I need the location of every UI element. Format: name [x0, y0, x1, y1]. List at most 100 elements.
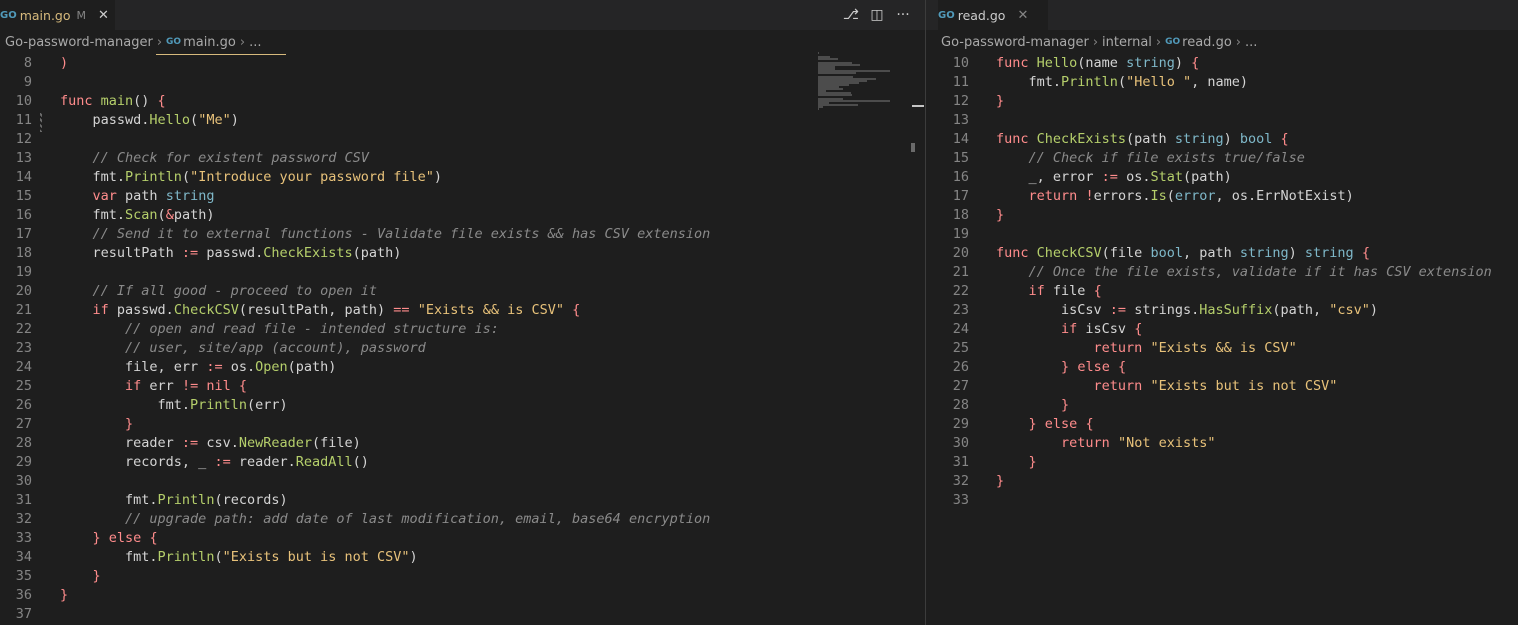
- code-text: // user, site/app (account), password: [60, 339, 426, 358]
- more-actions-icon[interactable]: ···: [890, 7, 916, 23]
- code-line[interactable]: 13: [926, 111, 1518, 130]
- code-line[interactable]: 27 return "Exists but is not CSV": [926, 377, 1518, 396]
- code-line[interactable]: 26 } else {: [926, 358, 1518, 377]
- left-tab-bar: GO main.go M ✕ ⎇ ◫ ···: [0, 0, 925, 30]
- code-line[interactable]: 24 if isCsv {: [926, 320, 1518, 339]
- code-line[interactable]: 21 // Once the file exists, validate if …: [926, 263, 1518, 282]
- code-token: return: [1061, 435, 1110, 451]
- code-line[interactable]: 22 if file {: [926, 282, 1518, 301]
- breadcrumb-file[interactable]: read.go: [1182, 35, 1232, 50]
- breadcrumb-symbol[interactable]: ...: [249, 35, 261, 50]
- code-line[interactable]: 21 if passwd.CheckCSV(resultPath, path) …: [0, 301, 925, 320]
- code-line[interactable]: 11 passwd.Hello("Me"): [0, 111, 925, 130]
- code-line[interactable]: 20 func CheckCSV(file bool, path string) …: [926, 244, 1518, 263]
- code-line[interactable]: 29 records, _ := reader.ReadAll(): [0, 453, 925, 472]
- split-editor-icon[interactable]: ◫: [864, 7, 890, 23]
- code-line[interactable]: 12: [0, 130, 925, 149]
- code-line[interactable]: 13 // Check for existent password CSV: [0, 149, 925, 168]
- code-line[interactable]: 24 file, err := os.Open(path): [0, 358, 925, 377]
- code-token: Println: [157, 492, 215, 508]
- code-line[interactable]: 15 // Check if file exists true/false: [926, 149, 1518, 168]
- code-line[interactable]: 15 var path string: [0, 187, 925, 206]
- code-line[interactable]: 8): [0, 54, 925, 73]
- line-number: 23: [15, 340, 32, 356]
- minimap-line: [818, 72, 856, 74]
- code-line[interactable]: 37: [0, 605, 925, 624]
- breadcrumb-project[interactable]: Go-password-manager: [941, 35, 1089, 50]
- code-line[interactable]: 20 // If all good - proceed to open it: [0, 282, 925, 301]
- go-file-icon: GO: [938, 9, 955, 21]
- code-text: // upgrade path: add date of last modifi…: [60, 510, 710, 529]
- source-control-compare-icon[interactable]: ⎇: [838, 7, 864, 23]
- code-line[interactable]: 35 }: [0, 567, 925, 586]
- code-line[interactable]: 14 fmt.Println("Introduce your password …: [0, 168, 925, 187]
- code-token: errors.: [1093, 188, 1151, 204]
- code-token: }: [125, 416, 134, 432]
- code-line[interactable]: 18}: [926, 206, 1518, 225]
- line-number: 15: [15, 188, 32, 204]
- line-number: 20: [952, 245, 969, 261]
- line-number: 23: [952, 302, 969, 318]
- code-line[interactable]: 10 func Hello(name string) {: [926, 54, 1518, 73]
- code-line[interactable]: 34 fmt.Println("Exists but is not CSV"): [0, 548, 925, 567]
- code-line[interactable]: 25 if err != nil {: [0, 377, 925, 396]
- code-line[interactable]: 32}: [926, 472, 1518, 491]
- code-token: }: [996, 207, 1005, 223]
- code-line[interactable]: 18 resultPath := passwd.CheckExists(path…: [0, 244, 925, 263]
- code-editor-read[interactable]: 10 func Hello(name string) {11 fmt.Printl…: [926, 54, 1518, 510]
- tab-main-go[interactable]: GO main.go M ✕: [0, 0, 115, 30]
- code-line[interactable]: 28 reader := csv.NewReader(file): [0, 434, 925, 453]
- code-line[interactable]: 23 // user, site/app (account), password: [0, 339, 925, 358]
- code-line[interactable]: 16 fmt.Scan(&path): [0, 206, 925, 225]
- line-number: 15: [952, 150, 969, 166]
- code-line[interactable]: 30: [0, 472, 925, 491]
- code-line[interactable]: 22 // open and read file - intended stru…: [0, 320, 925, 339]
- code-token: passwd.: [60, 112, 150, 128]
- tab-read-go[interactable]: GO read.go ✕: [938, 0, 1048, 30]
- minimap-line: [818, 103, 858, 106]
- code-line[interactable]: 33: [926, 491, 1518, 510]
- code-line[interactable]: 33 } else {: [0, 529, 925, 548]
- code-line[interactable]: 25 return "Exists && is CSV": [926, 339, 1518, 358]
- code-line[interactable]: 19: [0, 263, 925, 282]
- code-editor-main[interactable]: 8) 9 10 func main() {11 passwd.Hello("Me") 1…: [0, 54, 925, 624]
- breadcrumb-folder[interactable]: internal: [1102, 35, 1152, 50]
- code-line[interactable]: 16 _, error := os.Stat(path): [926, 168, 1518, 187]
- code-token: (: [181, 169, 191, 185]
- code-line[interactable]: 32 // upgrade path: add date of last mod…: [0, 510, 925, 529]
- minimap[interactable]: [818, 52, 913, 132]
- code-line[interactable]: 17 return !errors.Is(error, os.ErrNotExi…: [926, 187, 1518, 206]
- close-icon[interactable]: ✕: [98, 8, 109, 23]
- breadcrumb-file[interactable]: main.go: [183, 35, 236, 50]
- code-line[interactable]: 12}: [926, 92, 1518, 111]
- code-line[interactable]: 11 fmt.Println("Hello ", name): [926, 73, 1518, 92]
- code-line[interactable]: 31 }: [926, 453, 1518, 472]
- close-icon[interactable]: ✕: [1017, 8, 1028, 23]
- code-line[interactable]: 30 return "Not exists": [926, 434, 1518, 453]
- breadcrumb-symbol[interactable]: ...: [1245, 35, 1257, 50]
- scrollbar-thumb[interactable]: [911, 143, 915, 152]
- code-line[interactable]: 26 fmt.Println(err): [0, 396, 925, 415]
- code-line[interactable]: 9: [0, 73, 925, 92]
- code-text: if passwd.CheckCSV(resultPath, path) == …: [60, 301, 581, 320]
- code-token: ): [1288, 245, 1305, 261]
- code-line[interactable]: 10 func main() {: [0, 92, 925, 111]
- code-line[interactable]: 17 // Send it to external functions - Va…: [0, 225, 925, 244]
- code-text: fmt.Println(err): [60, 396, 288, 415]
- breadcrumb-project[interactable]: Go-password-manager: [5, 35, 153, 50]
- right-tab-bar: GO read.go ✕: [926, 0, 1518, 30]
- code-token: , path: [1182, 245, 1240, 261]
- code-line[interactable]: 19: [926, 225, 1518, 244]
- code-token: // upgrade path: add date of last modifi…: [60, 511, 711, 527]
- line-number: 27: [15, 416, 32, 432]
- code-token: func: [996, 131, 1037, 147]
- code-line[interactable]: 36}: [0, 586, 925, 605]
- code-line[interactable]: 23 isCsv := strings.HasSuffix(path, "csv…: [926, 301, 1518, 320]
- code-line[interactable]: 31 fmt.Println(records): [0, 491, 925, 510]
- code-line[interactable]: 29 } else {: [926, 415, 1518, 434]
- code-line[interactable]: 27 }: [0, 415, 925, 434]
- code-line[interactable]: 28 }: [926, 396, 1518, 415]
- code-line[interactable]: 14 func CheckExists(path string) bool {: [926, 130, 1518, 149]
